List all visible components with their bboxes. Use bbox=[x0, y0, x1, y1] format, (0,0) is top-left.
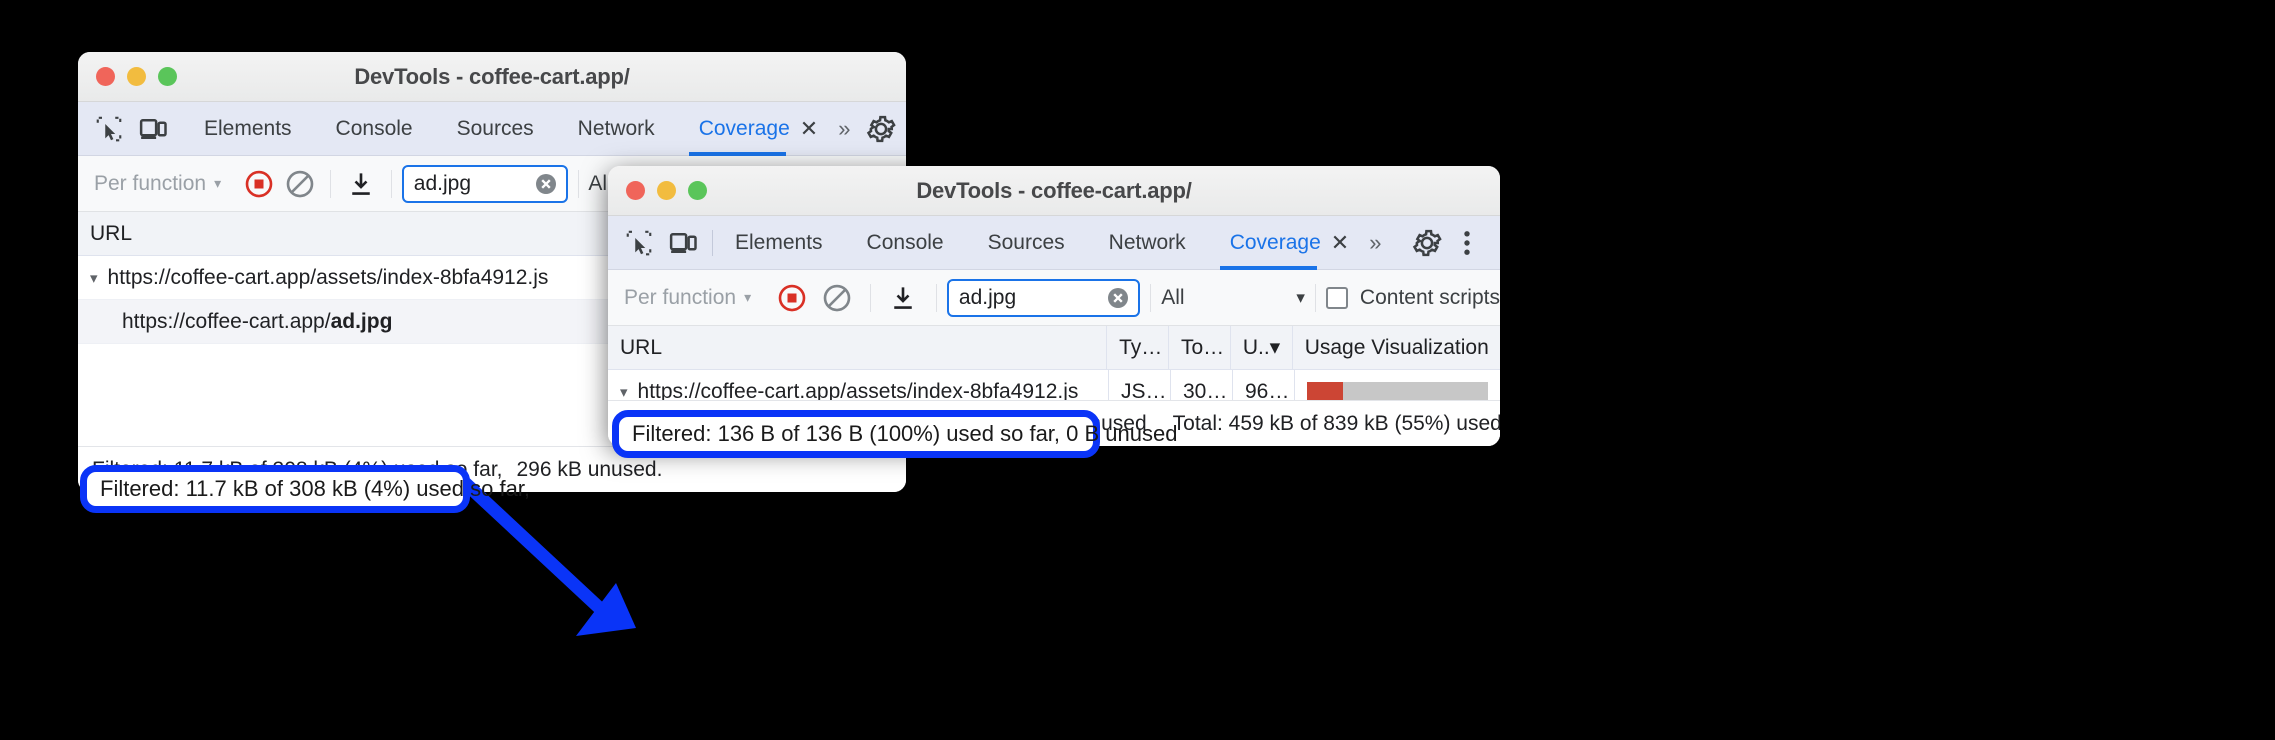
clear-prohibited-icon-back[interactable] bbox=[279, 161, 319, 207]
tab-overflow-icon-front[interactable]: » bbox=[1355, 216, 1395, 270]
content-scripts-label-front: Content scripts bbox=[1359, 285, 1500, 309]
titlebar-front: DevTools - coffee-cart.app/ bbox=[608, 166, 1500, 216]
callout-filtered-back-text: Filtered: 11.7 kB of 308 kB (4%) used so… bbox=[100, 476, 531, 501]
tab-coverage-front[interactable]: Coverage bbox=[1208, 216, 1329, 270]
clear-circle-icon-front[interactable] bbox=[1106, 286, 1130, 310]
tabstrip-actions-back bbox=[864, 112, 906, 146]
usage-bar-front-0 bbox=[1307, 381, 1488, 402]
content-scripts-toggle-front[interactable]: Content scripts bbox=[1325, 285, 1500, 310]
filter-input-back[interactable] bbox=[413, 171, 534, 196]
tab-coverage-close-icon-front[interactable]: ✕ bbox=[1329, 216, 1355, 270]
inspect-element-icon[interactable] bbox=[94, 114, 124, 144]
tab-console-back[interactable]: Console bbox=[314, 102, 435, 156]
window-title-back: DevTools - coffee-cart.app/ bbox=[354, 63, 630, 89]
device-toolbar-icon[interactable] bbox=[138, 114, 168, 144]
type-filter-dropdown-front[interactable]: All ▾ bbox=[1161, 286, 1305, 310]
record-stop-icon-front[interactable] bbox=[769, 275, 814, 321]
tab-coverage-back[interactable]: Coverage bbox=[677, 102, 798, 156]
record-stop-icon-back[interactable] bbox=[239, 161, 279, 207]
window-title-front: DevTools - coffee-cart.app/ bbox=[916, 177, 1192, 203]
coverage-toolbar-front: Per function ▾ ad.jpg All ▾ Content scri… bbox=[608, 270, 1500, 326]
row-expander-icon-back-0[interactable]: ▾ bbox=[90, 269, 98, 287]
kebab-menu-icon-back[interactable] bbox=[904, 112, 906, 146]
row-expander-icon-front-0[interactable]: ▾ bbox=[620, 383, 628, 401]
tab-network-back[interactable]: Network bbox=[556, 102, 677, 156]
devtools-window-front[interactable]: DevTools - coffee-cart.app/ Elements Con… bbox=[608, 166, 1500, 446]
row-url-text-back-0: https://coffee-cart.app/assets/index-8bf… bbox=[107, 265, 549, 289]
type-filter-chevron-down-icon-front: ▾ bbox=[1296, 287, 1305, 307]
filter-input-front[interactable] bbox=[958, 285, 1107, 310]
type-filter-label-front: All bbox=[1161, 285, 1185, 309]
toolbar-divider-4-front bbox=[1314, 283, 1316, 312]
clear-prohibited-icon-front[interactable] bbox=[814, 275, 859, 321]
callout-filtered-front-text: Filtered: 136 B of 136 B (100%) used so … bbox=[632, 421, 1178, 446]
column-header-usage-visualization-front[interactable]: Usage Visualization bbox=[1291, 326, 1500, 369]
export-download-icon-front[interactable] bbox=[881, 275, 926, 321]
granularity-label-back: Per function bbox=[94, 171, 207, 195]
device-toolbar-icon-front[interactable] bbox=[668, 228, 698, 258]
tab-elements-back[interactable]: Elements bbox=[182, 102, 314, 156]
coverage-table-header-front: URL Ty… To… U..▾ Usage Visualization bbox=[608, 326, 1500, 370]
tabstrip-actions-front bbox=[1410, 226, 1500, 260]
tab-list-back: Elements Console Sources Network Coverag… bbox=[182, 102, 864, 156]
status-total-front: Total: 459 kB of 839 kB (55%) used so fa… bbox=[1172, 411, 1500, 435]
callout-filtered-back: Filtered: 11.7 kB of 308 kB (4%) used so… bbox=[80, 465, 530, 513]
callout-filtered-front: Filtered: 136 B of 136 B (100%) used so … bbox=[612, 410, 1177, 458]
gear-icon-front[interactable] bbox=[1410, 226, 1444, 260]
clear-circle-icon-back[interactable] bbox=[534, 172, 558, 196]
tab-icon-group-back bbox=[78, 114, 182, 144]
content-scripts-checkbox-front[interactable] bbox=[1325, 286, 1348, 309]
toolbar-divider-3-back bbox=[577, 169, 579, 198]
chevron-down-icon-back: ▾ bbox=[214, 175, 222, 191]
column-header-total-bytes-front[interactable]: To… bbox=[1167, 326, 1230, 369]
column-header-type-front[interactable]: Ty… bbox=[1106, 326, 1168, 369]
granularity-dropdown-front[interactable]: Per function ▾ bbox=[624, 286, 751, 310]
export-download-icon-back[interactable] bbox=[341, 161, 381, 207]
tab-elements-front[interactable]: Elements bbox=[713, 216, 845, 270]
inspect-element-icon-front[interactable] bbox=[624, 228, 654, 258]
granularity-label-front: Per function bbox=[624, 285, 737, 309]
toolbar-divider-3-front bbox=[1150, 283, 1152, 312]
tab-console-front[interactable]: Console bbox=[845, 216, 966, 270]
kebab-menu-icon-front[interactable] bbox=[1450, 226, 1484, 260]
tab-sources-back[interactable]: Sources bbox=[435, 102, 556, 156]
toolbar-divider-1-front bbox=[869, 283, 871, 312]
row-url-text-back-1: https://coffee-cart.app/ bbox=[122, 309, 331, 333]
tab-sources-front[interactable]: Sources bbox=[966, 216, 1087, 270]
toolbar-divider-2-back bbox=[390, 169, 392, 198]
screenshot-stage: DevTools - coffee-cart.app/ Elements Con… bbox=[0, 0, 2275, 740]
toolbar-divider-1-back bbox=[329, 169, 331, 198]
filter-input-wrapper-back[interactable] bbox=[401, 164, 568, 203]
granularity-dropdown-back[interactable]: Per function ▾ bbox=[94, 172, 221, 196]
tab-icon-group-front bbox=[608, 228, 712, 258]
tab-coverage-close-icon-back[interactable]: ✕ bbox=[798, 102, 824, 156]
tab-overflow-icon-back[interactable]: » bbox=[824, 102, 864, 156]
tabstrip-front: Elements Console Sources Network Coverag… bbox=[608, 216, 1500, 270]
row-url-bold-tail-back-1: ad.jpg bbox=[330, 309, 393, 333]
chevron-down-icon-front: ▾ bbox=[744, 289, 752, 305]
tab-network-front[interactable]: Network bbox=[1087, 216, 1208, 270]
tab-list-front: Elements Console Sources Network Coverag… bbox=[713, 216, 1395, 270]
column-header-url-front[interactable]: URL bbox=[608, 326, 1106, 369]
toolbar-divider-2-front bbox=[935, 283, 937, 312]
column-header-unused-bytes-front[interactable]: U..▾ bbox=[1229, 326, 1292, 369]
gear-icon-back[interactable] bbox=[864, 112, 898, 146]
titlebar-back: DevTools - coffee-cart.app/ bbox=[78, 52, 906, 102]
usage-bar-used-segment-front-0 bbox=[1307, 381, 1344, 402]
filter-input-wrapper-front[interactable] bbox=[946, 278, 1141, 317]
tabstrip-back: Elements Console Sources Network Coverag… bbox=[78, 102, 906, 156]
